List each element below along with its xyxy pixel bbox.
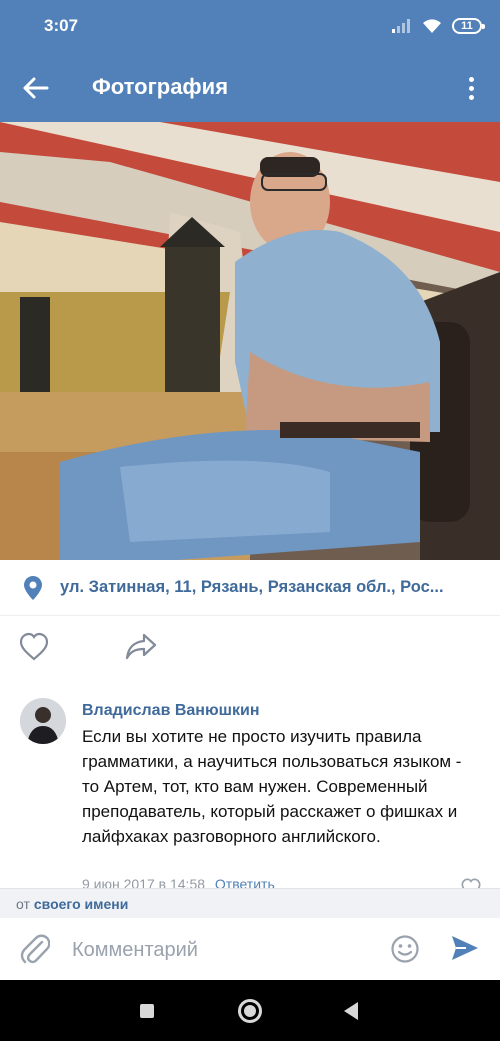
reply-link[interactable]: Ответить xyxy=(215,876,275,888)
heart-icon xyxy=(461,878,481,888)
battery-icon: 11 xyxy=(452,18,485,34)
recents-button[interactable] xyxy=(140,1004,154,1018)
share-icon xyxy=(125,633,157,660)
post-as-link[interactable]: своего имени xyxy=(34,896,128,912)
photo[interactable] xyxy=(0,122,500,560)
photo-image xyxy=(0,122,500,560)
comment-author[interactable]: Владислав Ванюшкин xyxy=(82,702,259,720)
like-button[interactable] xyxy=(18,632,54,664)
signal-icon xyxy=(392,19,410,33)
emoji-button[interactable] xyxy=(390,934,420,964)
back-button[interactable] xyxy=(16,70,56,106)
action-bar xyxy=(0,624,500,674)
avatar-image xyxy=(20,698,66,744)
post-as-bar[interactable]: от своего имени xyxy=(0,888,500,918)
comment-text: Если вы хотите не просто изучить правила… xyxy=(82,727,462,846)
location-row[interactable]: ул. Затинная, 11, Рязань, Рязанская обл.… xyxy=(0,560,500,616)
share-button[interactable] xyxy=(124,632,164,664)
status-bar: 3:07 11 xyxy=(0,0,500,52)
comment-input-bar xyxy=(0,918,500,980)
send-icon xyxy=(452,936,478,960)
comment-date: 9 июн 2017 в 14:58 xyxy=(82,876,206,888)
more-button[interactable] xyxy=(456,70,486,106)
page-title: Фотография xyxy=(92,74,229,99)
app-bar: 3:07 11 Фотография xyxy=(0,0,500,122)
back-arrow-icon xyxy=(23,77,49,99)
more-vertical-icon xyxy=(468,94,474,100)
status-icons: 11 xyxy=(392,16,485,36)
post-as-prefix: от xyxy=(16,896,30,912)
more-vertical-icon xyxy=(468,85,474,91)
system-back-button[interactable] xyxy=(344,1002,358,1020)
system-nav-bar xyxy=(0,980,500,1041)
location-text[interactable]: ул. Затинная, 11, Рязань, Рязанская обл.… xyxy=(60,578,480,597)
heart-icon xyxy=(19,632,49,661)
avatar[interactable] xyxy=(20,698,66,744)
wifi-icon xyxy=(423,19,441,33)
send-button[interactable] xyxy=(450,934,480,964)
emoji-icon xyxy=(391,935,419,963)
location-pin-icon xyxy=(24,575,42,600)
home-button[interactable] xyxy=(238,999,262,1023)
comment-input[interactable] xyxy=(72,932,372,968)
comment-meta: 9 июн 2017 в 14:58 Ответить xyxy=(82,876,275,888)
more-vertical-icon xyxy=(468,76,474,82)
comment-like-button[interactable] xyxy=(460,878,482,888)
status-time: 3:07 xyxy=(44,16,79,35)
attach-button[interactable] xyxy=(20,934,51,966)
comment: Владислав Ванюшкин Если вы хотите не про… xyxy=(0,692,500,888)
attach-icon xyxy=(20,934,51,964)
